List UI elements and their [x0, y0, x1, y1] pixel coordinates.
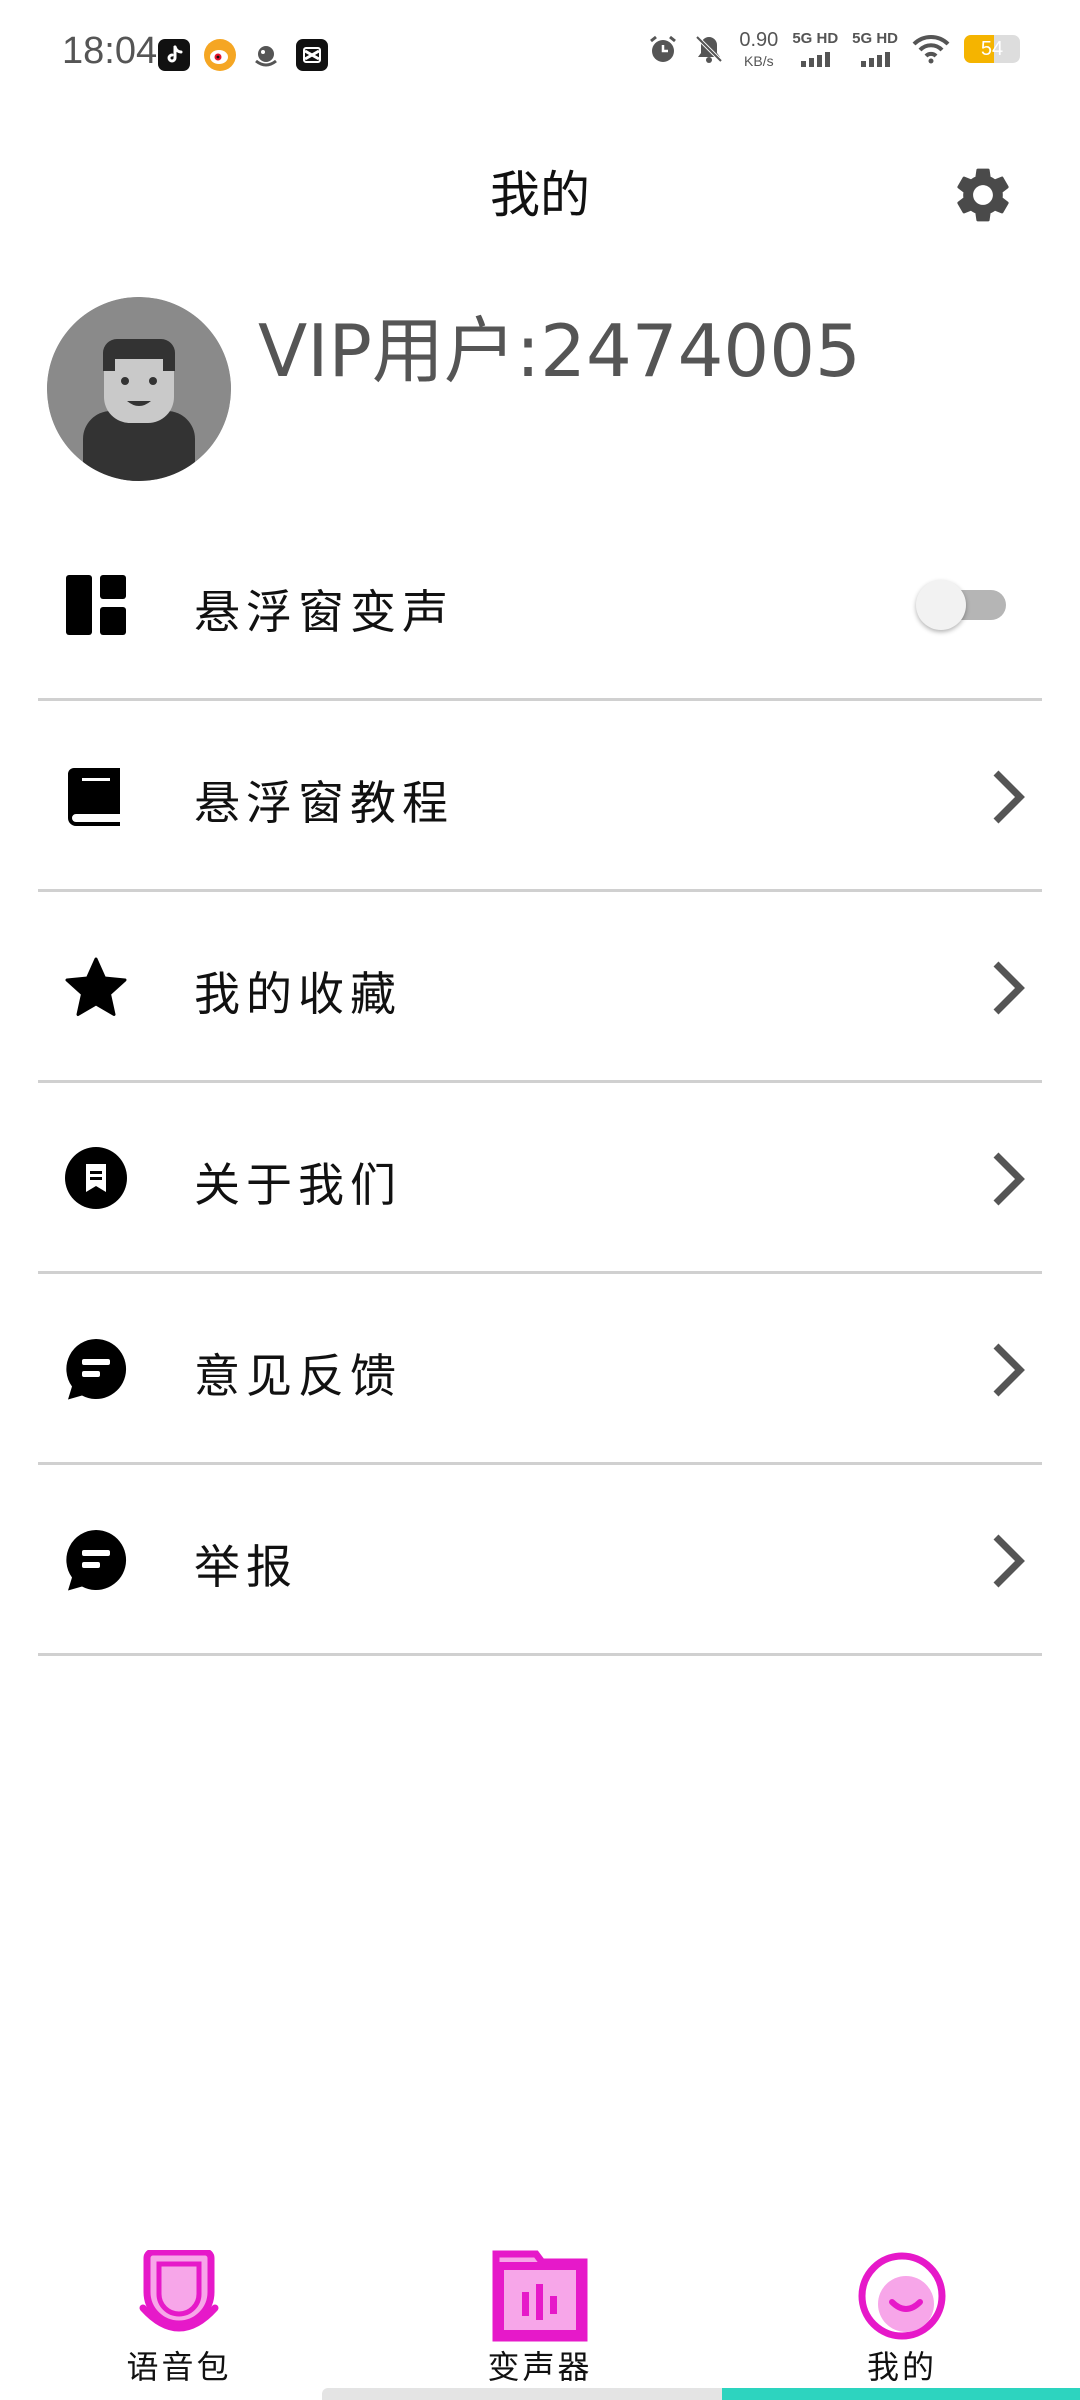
chat-bubble-icon [66, 1529, 127, 1591]
gesture-bar[interactable] [322, 2388, 1080, 2400]
nav-label: 我的 [866, 2348, 937, 2386]
menu-item-floating-tutorial[interactable]: 悬浮窗教程 [38, 701, 1042, 892]
username: VIP用户:2474005 [258, 309, 861, 393]
status-bar: 18:04 0.90 KB/s 5G HD 5G HD 54 [0, 0, 1080, 110]
tab-mine[interactable]: 我的 [802, 2250, 1002, 2388]
signal-icon [860, 51, 890, 67]
bottom-nav: 语音包 变声器 我的 [0, 2240, 1080, 2400]
star-icon [65, 957, 127, 1016]
smile-profile-icon [858, 2252, 946, 2340]
menu-item-label: 意见反馈 [194, 1349, 402, 1403]
book-icon [68, 768, 120, 826]
menu-item-feedback[interactable]: 意见反馈 [38, 1274, 1042, 1465]
voice-changer-icon [492, 2250, 588, 2342]
sim1-signal: 5G HD [792, 31, 838, 67]
status-time: 18:04 [62, 30, 158, 72]
nav-label: 语音包 [126, 2348, 232, 2386]
nav-label: 变声器 [487, 2348, 593, 2386]
info-bookmark-icon [65, 1147, 127, 1209]
status-system-icons: 0.90 KB/s 5G HD 5G HD 54 [647, 30, 1020, 68]
menu-item-label: 我的收藏 [194, 967, 402, 1021]
chevron-right-icon [993, 961, 1025, 1015]
chat-bubble-icon [66, 1338, 127, 1400]
floating-voice-toggle[interactable] [916, 580, 1008, 630]
sim2-signal: 5G HD [852, 31, 898, 67]
gear-icon [957, 168, 1009, 222]
tab-voice-changer[interactable]: 变声器 [440, 2250, 640, 2388]
chevron-right-icon [993, 1343, 1025, 1397]
menu-item-report[interactable]: 举报 [38, 1465, 1042, 1656]
net-speed-value: 0.90 [739, 29, 779, 51]
gesture-bar-highlight [722, 2388, 1080, 2400]
battery-level: 54 [980, 37, 1004, 60]
menu-item-label: 悬浮窗教程 [194, 776, 454, 830]
weibo-icon [204, 39, 236, 71]
menu-item-floating-voice[interactable]: 悬浮窗变声 [38, 510, 1042, 701]
mute-bell-icon [695, 35, 723, 63]
page-title: 我的 [490, 166, 590, 224]
person-avatar-icon [47, 297, 231, 481]
battery-icon: 54 [964, 35, 1020, 63]
qq-icon [250, 39, 282, 71]
chevron-right-icon [993, 770, 1025, 824]
menu-item-favorites[interactable]: 我的收藏 [38, 892, 1042, 1083]
tab-voice-pack[interactable]: 语音包 [79, 2250, 279, 2388]
notification-app-icons [158, 39, 328, 71]
avatar[interactable] [47, 297, 231, 481]
network-speed: 0.90 KB/s [739, 30, 778, 68]
chevron-right-icon [993, 1534, 1025, 1588]
menu-item-about-us[interactable]: 关于我们 [38, 1083, 1042, 1274]
wifi-icon [912, 34, 950, 64]
sim1-label: 5G HD [792, 30, 839, 47]
toggle-knob [916, 580, 966, 630]
menu-item-label: 悬浮窗变声 [194, 585, 454, 639]
voice-pack-icon [139, 2250, 219, 2332]
settings-button[interactable] [950, 162, 1016, 228]
chevron-right-icon [993, 1152, 1025, 1206]
menu-list: 悬浮窗变声 悬浮窗教程 我的收藏 关于我们 意见反馈 举报 [38, 510, 1042, 1656]
capcut-icon [296, 39, 328, 71]
signal-icon [800, 51, 830, 67]
menu-item-label: 关于我们 [194, 1158, 402, 1212]
douyin-icon [158, 39, 190, 71]
dashboard-icon [66, 575, 126, 635]
net-speed-unit: KB/s [744, 53, 774, 69]
menu-item-label: 举报 [194, 1540, 298, 1594]
sim2-label: 5G HD [852, 30, 898, 47]
alarm-icon [650, 35, 677, 62]
